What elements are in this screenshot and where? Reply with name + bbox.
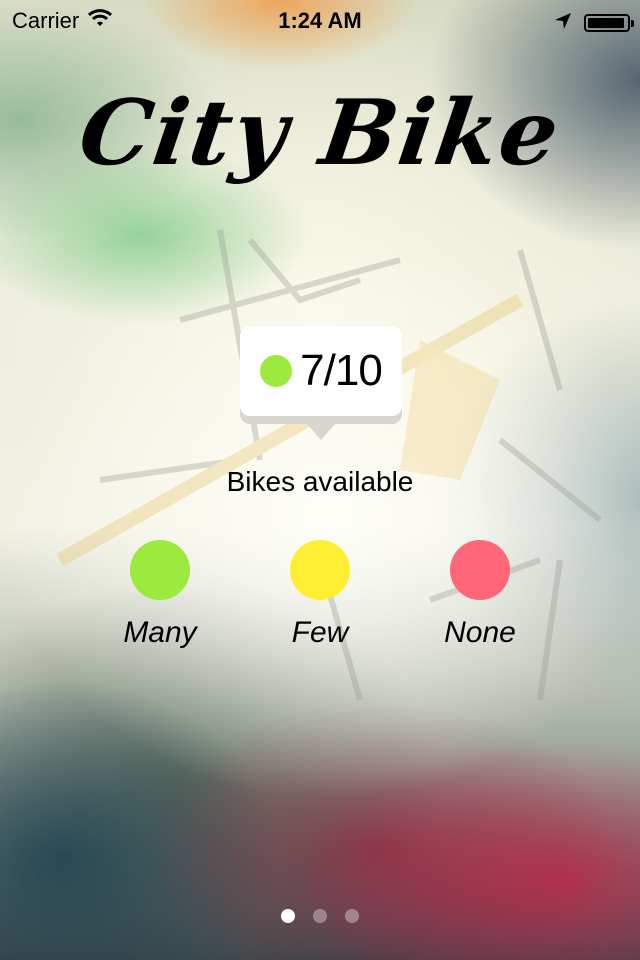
availability-bubble: 7/10 — [240, 326, 402, 416]
availability-label: Bikes available — [226, 466, 414, 497]
page-dot-3[interactable] — [345, 909, 359, 923]
legend-item-many: Many — [90, 540, 230, 650]
battery-icon — [584, 14, 634, 32]
legend-item-none: None — [410, 540, 550, 650]
page-control[interactable] — [0, 909, 640, 923]
bubble-pointer — [307, 424, 335, 440]
battery-level — [588, 18, 625, 28]
status-right-group — [554, 10, 634, 36]
status-bar: Carrier 1:24 AM — [0, 0, 640, 40]
location-arrow-icon — [554, 10, 572, 36]
legend-dot-many — [130, 540, 190, 600]
page-dot-2[interactable] — [313, 909, 327, 923]
legend-item-few: Few — [250, 540, 390, 650]
availability-legend: Many Few None — [0, 540, 640, 660]
legend-dot-none — [450, 540, 510, 600]
legend-label-few: Few — [291, 616, 349, 649]
app-title: City Bike — [73, 80, 567, 186]
availability-status-dot — [260, 355, 293, 387]
legend-label-many: Many — [123, 616, 197, 649]
page-dot-1[interactable] — [281, 909, 295, 923]
legend-dot-few — [290, 540, 350, 600]
legend-label-none: None — [444, 616, 516, 649]
clock: 1:24 AM — [278, 8, 362, 33]
availability-count: 7/10 — [300, 346, 383, 395]
